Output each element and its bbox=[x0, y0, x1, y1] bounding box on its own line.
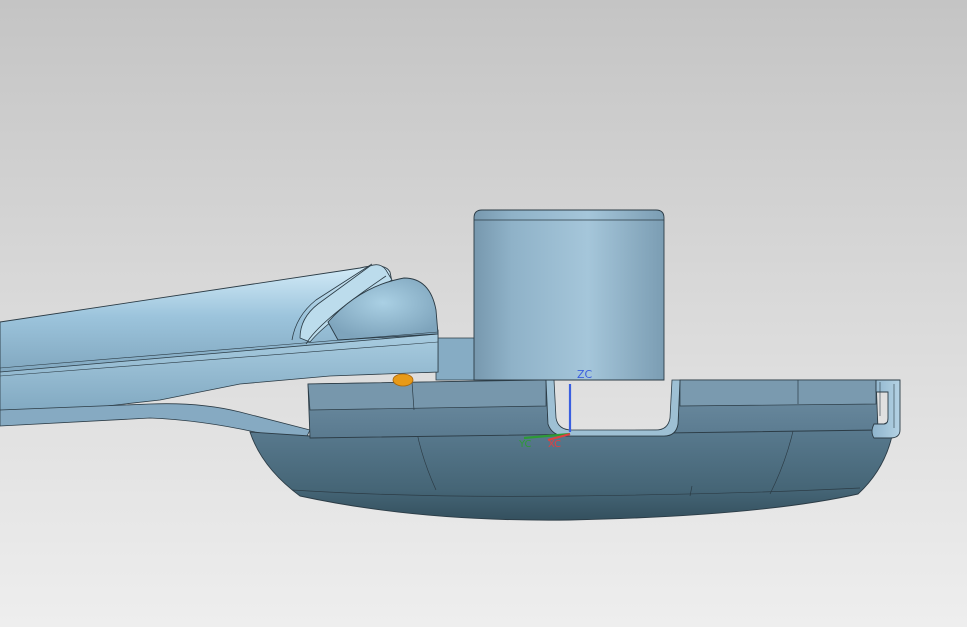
flange-top-face bbox=[307, 379, 547, 411]
cylinder-socket bbox=[545, 379, 681, 437]
triad-z-label: ZC bbox=[577, 368, 593, 381]
triad-x-label: XC bbox=[548, 439, 562, 450]
graphics-viewport[interactable]: ZC YC XC bbox=[0, 0, 967, 627]
model-view[interactable] bbox=[0, 0, 967, 627]
flange-top-face-right bbox=[679, 379, 877, 407]
origin-marker[interactable] bbox=[392, 373, 414, 387]
triad-y-label: YC bbox=[519, 439, 532, 450]
main-cylinder[interactable] bbox=[473, 209, 665, 381]
base-back-plate bbox=[435, 337, 477, 381]
